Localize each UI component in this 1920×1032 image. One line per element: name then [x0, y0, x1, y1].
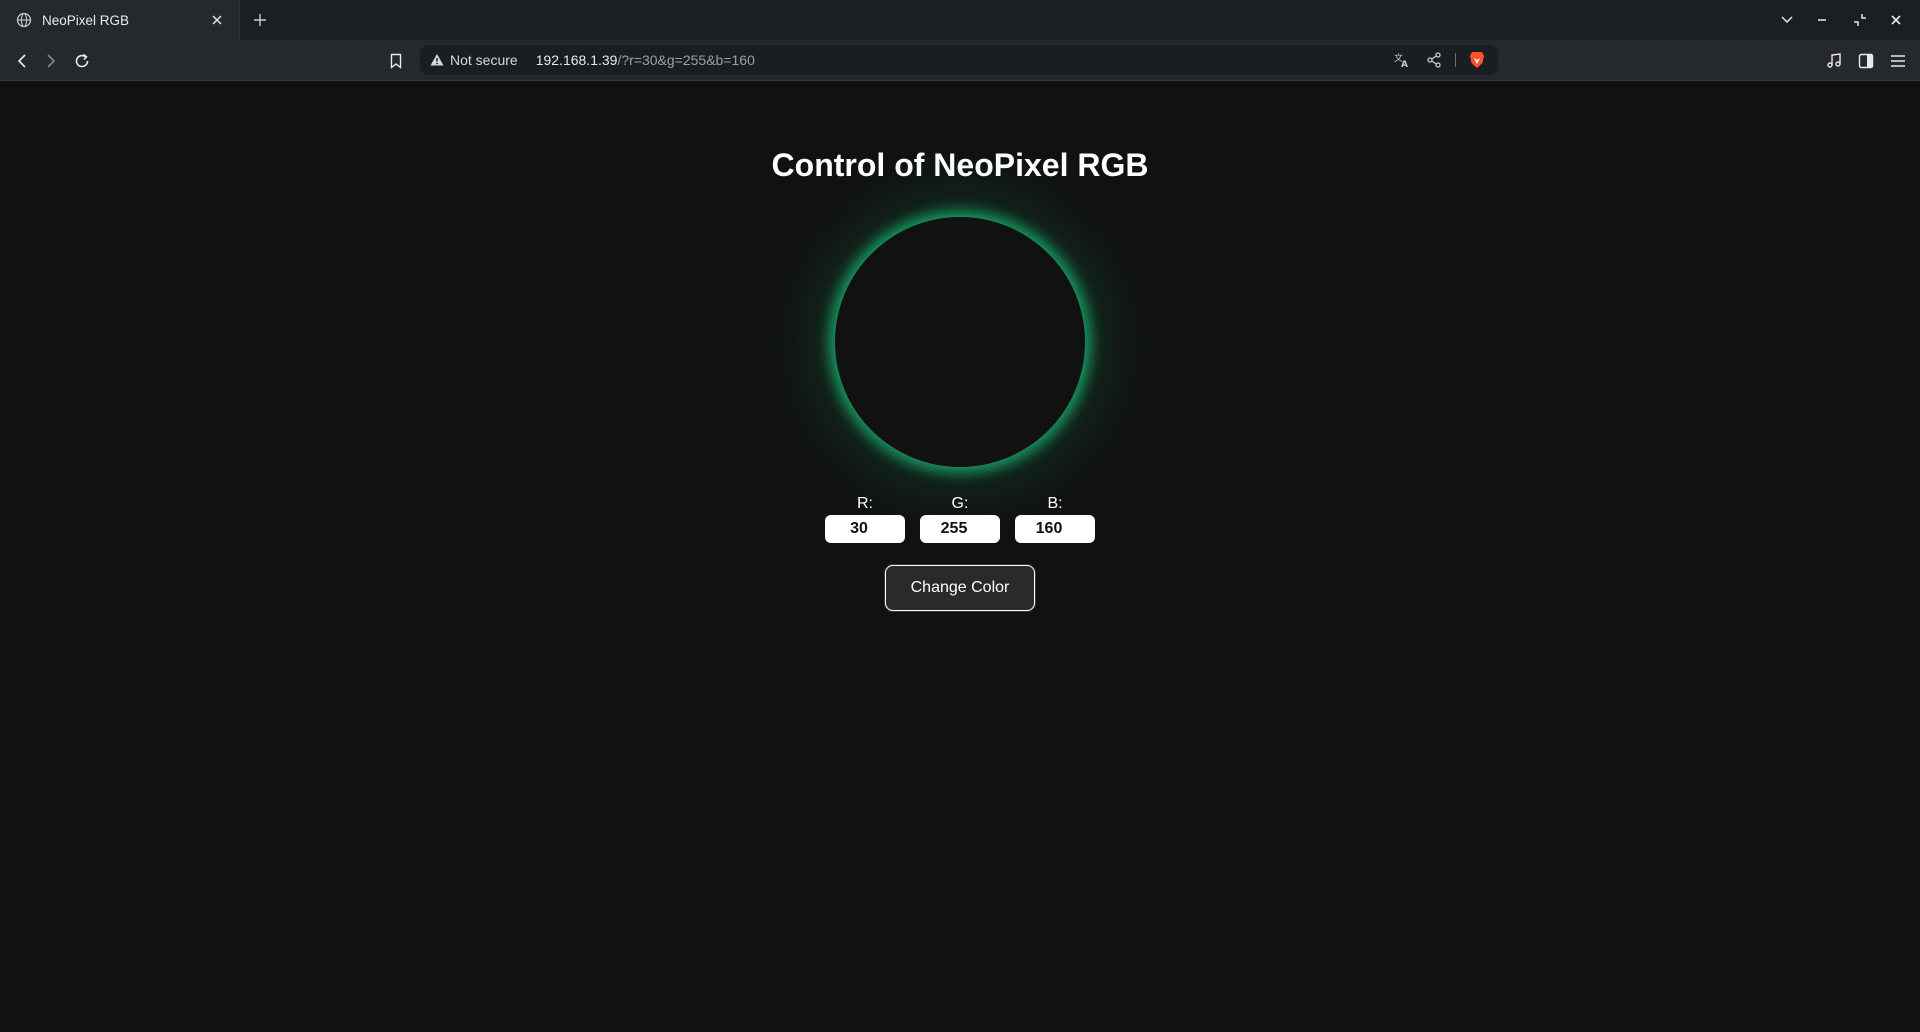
url-path: /?r=30&g=255&b=160	[617, 52, 755, 68]
red-label: R:	[857, 495, 873, 512]
green-label: G:	[951, 495, 969, 512]
globe-icon	[16, 12, 32, 28]
change-color-button[interactable]: Change Color	[885, 565, 1035, 611]
green-input[interactable]	[920, 515, 1000, 543]
tab-close-icon[interactable]	[207, 10, 227, 30]
tab-search-chevron-icon[interactable]	[1775, 8, 1799, 32]
bookmark-icon[interactable]	[384, 49, 408, 73]
url-host: 192.168.1.39	[535, 52, 618, 68]
back-icon[interactable]	[10, 49, 34, 73]
reload-icon[interactable]	[70, 49, 94, 73]
red-field-group: R:	[825, 495, 905, 543]
address-bar[interactable]: Not secure 192.168.1.39/?r=30&g=255&b=16…	[420, 45, 1498, 75]
window-close-icon[interactable]	[1884, 8, 1908, 32]
separator	[1455, 53, 1456, 67]
sidebar-icon[interactable]	[1854, 49, 1878, 73]
tab-strip: NeoPixel RGB	[0, 0, 1920, 40]
warning-icon	[430, 53, 444, 67]
page-title: Control of NeoPixel RGB	[771, 147, 1149, 183]
led-preview-circle	[835, 217, 1085, 467]
red-input[interactable]	[825, 515, 905, 543]
tab-title: NeoPixel RGB	[42, 12, 130, 28]
minimize-icon[interactable]	[1810, 8, 1834, 32]
new-tab-icon[interactable]	[248, 8, 272, 32]
brave-shields-icon[interactable]	[1466, 49, 1488, 71]
blue-label: B:	[1047, 495, 1063, 512]
share-icon[interactable]	[1423, 49, 1445, 71]
blue-input[interactable]	[1015, 515, 1095, 543]
security-label[interactable]: Not secure	[450, 52, 518, 68]
svg-text:A: A	[1401, 60, 1408, 68]
media-icon[interactable]	[1822, 49, 1846, 73]
restore-icon[interactable]	[1848, 8, 1872, 32]
green-field-group: G:	[920, 495, 1000, 543]
menu-icon[interactable]	[1886, 49, 1910, 73]
blue-field-group: B:	[1015, 495, 1095, 543]
forward-icon[interactable]	[39, 49, 63, 73]
page-content: Control of NeoPixel RGB R: G: B: Change …	[0, 81, 1920, 1032]
translate-icon[interactable]: 文A	[1391, 49, 1413, 71]
active-tab[interactable]: NeoPixel RGB	[0, 0, 240, 40]
browser-toolbar: Not secure 192.168.1.39/?r=30&g=255&b=16…	[0, 40, 1920, 81]
